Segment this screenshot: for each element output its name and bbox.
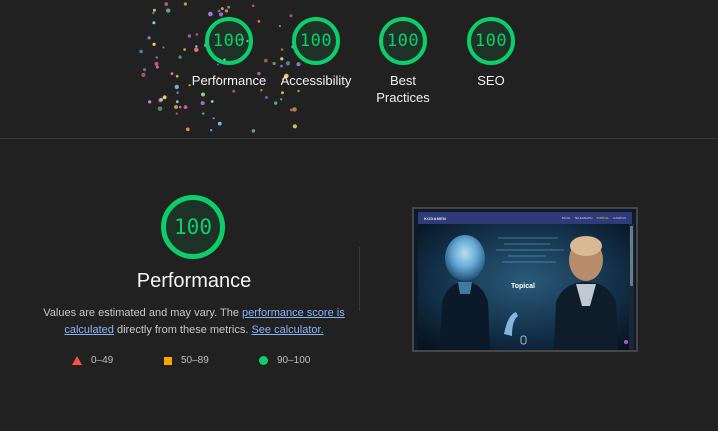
confetti-dot <box>220 7 224 11</box>
gauge-label: SEO <box>477 73 505 88</box>
confetti-dot <box>152 8 156 12</box>
thumbnail-nav-item-active: TOPICAL <box>596 216 610 220</box>
confetti-dot <box>166 8 171 13</box>
legend-range: 50–89 <box>181 355 209 366</box>
confetti-dot <box>217 9 221 13</box>
performance-title: Performance <box>136 270 252 292</box>
gauge-accessibility[interactable]: 100 Accessibility <box>271 17 361 89</box>
gauge-label: Performance <box>191 73 267 88</box>
thumbnail-brand: KODAMEN <box>424 215 447 221</box>
thumbnail-nav-item: TELEGRAPH <box>574 216 593 220</box>
category-gauges: 100 Performance 100 Accessibility 100 Be… <box>0 17 718 127</box>
thumbnail-nav-item: CAMPUS <box>613 216 626 220</box>
gauge-score: 100 <box>386 31 420 51</box>
performance-description: Values are estimated and may vary. The p… <box>40 305 348 339</box>
confetti-dot <box>183 2 187 6</box>
gauge-performance[interactable]: 100 Performance <box>184 17 274 89</box>
gauge-ring: 100 <box>205 17 253 65</box>
lighthouse-report: 100 Performance 100 Accessibility 100 Be… <box>0 0 718 431</box>
thumbnail-nav-item: BLOG <box>561 216 571 220</box>
gauge-best-practices[interactable]: 100 Best Practices <box>358 17 448 106</box>
desc-text: directly from these metrics. <box>113 324 252 336</box>
desc-text: Values are estimated and may vary. The <box>43 307 242 319</box>
legend-fail: 0–49 <box>72 355 113 366</box>
confetti-dot <box>208 11 213 17</box>
gauge-ring: 100 <box>292 17 340 65</box>
confetti-dot <box>218 12 224 17</box>
performance-score: 100 <box>174 215 212 239</box>
gauge-ring: 100 <box>379 17 427 65</box>
thumbnail-navbar: KODAMEN BLOG TELEGRAPH TOPICAL CAMPUS <box>418 212 632 224</box>
square-icon <box>164 356 172 365</box>
confetti-dot <box>224 9 229 13</box>
confetti-dot <box>251 129 256 133</box>
performance-gauge: 100 <box>161 195 225 259</box>
legend-range: 0–49 <box>91 355 114 366</box>
section-divider <box>0 138 718 139</box>
gauge-label: Best Practices <box>376 73 430 105</box>
triangle-icon <box>72 356 82 365</box>
thumbnail-hero-text: Topical <box>511 283 535 290</box>
thumbnail-nav-links: BLOG TELEGRAPH TOPICAL CAMPUS <box>562 216 626 220</box>
final-screenshot-thumbnail[interactable]: KODAMEN BLOG TELEGRAPH TOPICAL CAMPUS To… <box>412 207 638 352</box>
confetti-dot <box>152 11 155 15</box>
circle-icon <box>259 356 268 365</box>
vertical-divider <box>359 247 360 311</box>
gauge-label: Accessibility <box>280 73 352 88</box>
gauge-score: 100 <box>474 31 508 51</box>
confetti-dot <box>227 5 231 9</box>
see-calculator-link[interactable]: See calculator. <box>251 324 323 336</box>
legend-average: 50–89 <box>164 355 209 366</box>
gauge-ring: 100 <box>467 17 515 65</box>
gauge-seo[interactable]: 100 SEO <box>446 17 536 89</box>
score-legend: 0–49 50–89 90–100 <box>0 355 400 371</box>
confetti-dot <box>209 129 213 132</box>
legend-range: 90–100 <box>277 355 311 366</box>
confetti-dot <box>251 4 255 8</box>
confetti-dot <box>186 127 190 132</box>
gauge-score: 100 <box>212 31 246 51</box>
confetti-dot <box>164 2 169 6</box>
legend-pass: 90–100 <box>259 355 310 366</box>
gauge-score: 100 <box>299 31 333 51</box>
